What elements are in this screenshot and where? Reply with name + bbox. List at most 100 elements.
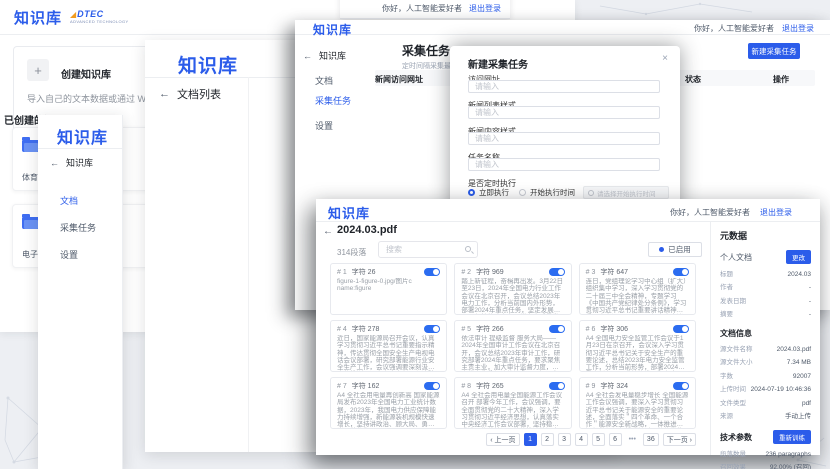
meta-value: 7.34 MB: [787, 359, 811, 366]
back-kb[interactable]: ← 知识库: [50, 156, 93, 169]
back-arrow-icon[interactable]: ←: [50, 158, 59, 168]
paragraph-card[interactable]: # 8字符 265 A4 全社会用电量全国能源工作会议召开 部署今年工作，会议强…: [454, 377, 571, 429]
back-label: 知识库: [319, 49, 346, 62]
user-greeting: 你好，人工智能爱好者: [382, 3, 462, 14]
list-style-input[interactable]: [468, 106, 660, 119]
sidebar-item-docs[interactable]: 文档: [315, 74, 333, 87]
char-count: 字符 969: [476, 267, 504, 277]
meta-value: 2024.03.pdf: [777, 346, 811, 353]
search-input[interactable]: [379, 242, 461, 257]
paragraph-text: A4 全国电力安全监管工作会议于1月23日在京召开，会议深入学习贯彻习近平总书记…: [586, 335, 689, 371]
meta-label: 召回效果: [720, 461, 746, 469]
paragraph-card[interactable]: # 6字符 306 A4 全国电力安全监管工作会议于1月23日在京召开，会议深入…: [579, 320, 696, 372]
window-document-detail: 知识库 你好，人工智能爱好者 退出登录 ← 2024.03.pdf 314段落 …: [316, 199, 820, 455]
pagination-page-5[interactable]: 5: [592, 433, 605, 446]
paragraph-text: A4 全社会用电量再创新高 国家能源局发布2023年全国电力工业统计数据，202…: [337, 392, 440, 428]
app-logo-text: 知识库: [14, 7, 62, 28]
paragraph-card[interactable]: # 4字符 278 近日，国家能源局召开会议，认真学习贯彻习近平总书记重要指示精…: [330, 320, 447, 372]
sidebar-item-settings[interactable]: 设置: [315, 119, 333, 132]
pagination-ellipsis[interactable]: •••: [626, 433, 639, 446]
char-count: 字符 266: [476, 324, 504, 334]
paragraph-text: A4 全社会发电量稳步增长 全国能源工作会议强调，要深入学习贯彻习近平总书记关于…: [586, 392, 689, 428]
meta-label: 字数: [720, 370, 733, 380]
pagination-page-2[interactable]: 2: [541, 433, 554, 446]
adtec-logo-mark-icon: ◢: [70, 11, 76, 19]
app-logo-text: 知识库: [57, 124, 108, 148]
start-time-picker[interactable]: 请选择开始执行时间: [583, 186, 669, 199]
pagination-page-3[interactable]: 3: [558, 433, 571, 446]
paragraph-card[interactable]: # 2字符 969 踏上新征程，奋楫再出发。3月22日至23日，2024年全国电…: [454, 263, 571, 315]
meta-value: -: [809, 284, 811, 291]
pagination-page-4[interactable]: 4: [575, 433, 588, 446]
enable-toggle[interactable]: [424, 268, 440, 276]
paragraph-card[interactable]: # 7字符 162 A4 全社会用电量再创新高 国家能源局发布2023年全国电力…: [330, 377, 447, 429]
column-header-status: 状态: [685, 74, 701, 85]
enable-toggle[interactable]: [673, 325, 689, 333]
metadata-panel: 元数据 个人文档 更改 标题2024.03 作者- 发表日期- 摘要- 文档信息…: [710, 222, 820, 455]
sidebar-item-settings[interactable]: 设置: [60, 248, 78, 261]
content-style-input[interactable]: [468, 132, 660, 145]
enable-toggle[interactable]: [549, 382, 565, 390]
paragraph-index: # 1: [337, 269, 347, 276]
logout-link[interactable]: 退出登录: [782, 23, 814, 34]
back-label: 文档列表: [177, 86, 221, 102]
enable-toggle[interactable]: [673, 382, 689, 390]
app-logo-text: 知识库: [328, 203, 370, 222]
paragraph-index: # 4: [337, 326, 347, 333]
enabled-filter-button[interactable]: 已启用: [648, 242, 702, 257]
pagination-page-6[interactable]: 6: [609, 433, 622, 446]
pagination-next[interactable]: 下一页 ›: [663, 433, 696, 446]
paragraph-text: A4 全社会用电量全国能源工作会议召开 部署今年工作，会议强调，要全面贯彻党的二…: [461, 392, 564, 428]
header-divider: [38, 148, 122, 149]
task-name-input[interactable]: [468, 158, 660, 171]
enable-toggle[interactable]: [673, 268, 689, 276]
back-kb[interactable]: ← 知识库: [303, 49, 346, 62]
window-sliver-topbar: 你好，人工智能爱好者 退出登录: [340, 0, 510, 19]
meta-value: 92.00% (召回): [770, 461, 811, 469]
app-logo-text: 知识库: [178, 51, 238, 78]
back-arrow-icon[interactable]: ←: [323, 226, 333, 237]
page-title: 采集任务: [402, 42, 450, 59]
topbar-user-area: 你好，人工智能爱好者 退出登录: [670, 207, 792, 218]
paragraph-card[interactable]: # 1字符 26 figure-1-figure-0.jpg/图片c name:…: [330, 263, 447, 315]
paragraph-card[interactable]: # 5字符 266 依法审计 提级监督 服务大局——2024年全国审计工作会议在…: [454, 320, 571, 372]
url-input[interactable]: [468, 80, 660, 93]
new-task-button[interactable]: 新建采集任务: [748, 43, 800, 59]
radio-run-later[interactable]: [519, 189, 526, 196]
retrain-button[interactable]: 重新训练: [773, 430, 811, 444]
paragraph-index: # 9: [586, 383, 596, 390]
back-doc-list[interactable]: ← 文档列表: [159, 86, 221, 102]
close-icon[interactable]: ×: [662, 53, 668, 64]
meta-label: 文件类型: [720, 397, 746, 407]
sidebar-item-docs[interactable]: 文档: [60, 194, 78, 207]
paragraph-card[interactable]: # 3字符 647 连日，党组理论学习中心组（扩大）组织集中学习，深入学习贯彻党…: [579, 263, 696, 315]
pagination-page-last[interactable]: 36: [643, 433, 659, 446]
back-arrow-icon[interactable]: ←: [159, 88, 170, 100]
sidebar-item-collect-tasks[interactable]: 采集任务: [60, 221, 96, 234]
column-header-actions: 操作: [773, 74, 789, 85]
radio-run-now[interactable]: [468, 189, 475, 196]
enable-toggle[interactable]: [549, 325, 565, 333]
pagination-page-1[interactable]: 1: [524, 433, 537, 446]
sidebar-item-collect-tasks[interactable]: 采集任务: [315, 94, 351, 107]
edit-metadata-button[interactable]: 更改: [786, 250, 811, 264]
char-count: 字符 265: [476, 381, 504, 391]
create-kb-title: 创建知识库: [61, 66, 111, 81]
enabled-dot-icon: [659, 247, 664, 252]
char-count: 字符 162: [352, 381, 380, 391]
logout-link[interactable]: 退出登录: [760, 207, 792, 218]
meta-value: 92007: [793, 373, 811, 380]
meta-label: 作者: [720, 281, 733, 291]
enabled-filter-label: 已启用: [668, 244, 691, 255]
paragraph-card[interactable]: # 9字符 324 A4 全社会发电量稳步增长 全国能源工作会议强调，要深入学习…: [579, 377, 696, 429]
back-arrow-icon[interactable]: ←: [303, 51, 312, 61]
enable-toggle[interactable]: [424, 382, 440, 390]
enable-toggle[interactable]: [424, 325, 440, 333]
pagination-prev[interactable]: ‹ 上一页: [486, 433, 519, 446]
column-header-url: 新闻访问网址: [375, 74, 423, 85]
meta-value: 2024.03: [788, 271, 812, 278]
paragraph-text: 近日，国家能源局召开会议，认真学习贯彻习近平总书记重要指示精神，传达贯彻全国安全…: [337, 335, 440, 371]
paragraph-count: 314段落: [337, 247, 366, 258]
enable-toggle[interactable]: [549, 268, 565, 276]
logout-link[interactable]: 退出登录: [469, 3, 501, 14]
